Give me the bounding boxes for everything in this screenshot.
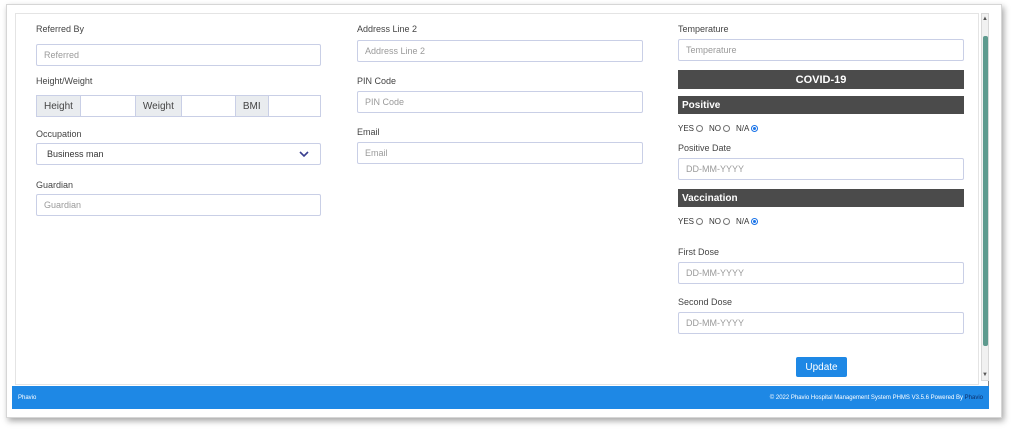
positive-no-option[interactable]: NO [709, 124, 731, 133]
scroll-down-icon[interactable]: ▼ [982, 370, 988, 380]
vaccination-no-radio[interactable] [723, 218, 731, 225]
temperature-label: Temperature [678, 24, 729, 34]
footer-copyright: © 2022 Phavio Hospital Management System… [770, 395, 983, 401]
referred-by-label: Referred By [36, 24, 85, 34]
positive-na-option[interactable]: N/A [736, 124, 759, 133]
positive-no-radio[interactable] [723, 125, 731, 132]
height-weight-group: Height Weight BMI [36, 95, 321, 117]
vaccination-na-option[interactable]: N/A [736, 217, 759, 226]
footer-brand: Phavio [18, 394, 37, 401]
temperature-input[interactable] [678, 39, 964, 61]
guardian-label: Guardian [36, 180, 74, 190]
positive-date-label: Positive Date [678, 143, 732, 153]
email-label: Email [357, 127, 380, 137]
vaccination-radio-group: YES NO N/A [678, 217, 764, 226]
footer-copyright-text: © 2022 Phavio Hospital Management System… [769, 394, 963, 401]
weight-addon: Weight [135, 96, 182, 116]
covid-header: COVID-19 [678, 70, 964, 89]
patient-form: Referred By Height/Weight Height Weight … [15, 13, 979, 385]
guardian-input[interactable] [36, 194, 321, 216]
pin-code-label: PIN Code [357, 76, 397, 86]
bmi-input[interactable] [268, 96, 319, 116]
vaccination-yes-radio[interactable] [696, 218, 704, 225]
positive-yes-label: YES [678, 124, 695, 133]
second-dose-label: Second Dose [678, 297, 733, 307]
window-frame: Referred By Height/Weight Height Weight … [6, 4, 1002, 418]
address-line2-input[interactable] [357, 40, 643, 62]
vaccination-na-label: N/A [736, 217, 750, 226]
footer-powered-by-link[interactable]: Phavio [965, 395, 983, 401]
height-weight-label: Height/Weight [36, 76, 93, 86]
pin-code-input[interactable] [357, 91, 643, 113]
vaccination-no-label: NO [709, 217, 722, 226]
occupation-label: Occupation [36, 129, 82, 139]
height-addon: Height [37, 96, 81, 116]
email-input[interactable] [357, 142, 643, 164]
positive-radio-group: YES NO N/A [678, 124, 764, 133]
first-dose-input[interactable] [678, 262, 964, 284]
vaccination-yes-label: YES [678, 217, 695, 226]
referred-by-input[interactable] [36, 44, 321, 66]
scrollbar-thumb[interactable] [983, 36, 988, 346]
positive-date-input[interactable] [678, 158, 964, 180]
first-dose-label: First Dose [678, 247, 720, 257]
vaccination-section-bar: Vaccination [678, 189, 964, 207]
update-button[interactable]: Update [796, 357, 847, 377]
positive-na-radio[interactable] [751, 125, 759, 132]
second-dose-input[interactable] [678, 312, 964, 334]
vaccination-yes-option[interactable]: YES [678, 217, 704, 226]
positive-yes-radio[interactable] [696, 125, 704, 132]
occupation-value: Business man [47, 149, 104, 159]
address-line2-label: Address Line 2 [357, 24, 418, 34]
occupation-select[interactable]: Business man [36, 143, 321, 165]
positive-no-label: NO [709, 124, 722, 133]
chevron-down-icon [298, 148, 310, 160]
vaccination-na-radio[interactable] [751, 218, 759, 225]
positive-section-bar: Positive [678, 96, 964, 114]
weight-input[interactable] [181, 96, 236, 116]
vaccination-no-option[interactable]: NO [709, 217, 731, 226]
positive-yes-option[interactable]: YES [678, 124, 704, 133]
bmi-addon: BMI [235, 96, 269, 116]
scroll-up-icon[interactable]: ▲ [982, 14, 988, 24]
vertical-scrollbar[interactable]: ▲ ▼ [981, 13, 989, 381]
height-input[interactable] [80, 96, 136, 116]
positive-na-label: N/A [736, 124, 750, 133]
footer-bar: Phavio © 2022 Phavio Hospital Management… [12, 386, 989, 409]
